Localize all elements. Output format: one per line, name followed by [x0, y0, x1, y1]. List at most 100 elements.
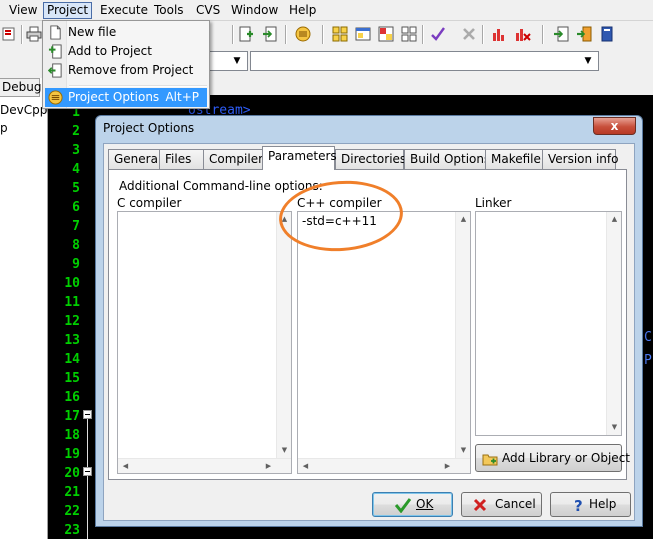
project-tree-item[interactable]: DevCpp	[0, 103, 47, 117]
fold-collapse-icon[interactable]	[83, 467, 92, 476]
dialog-close-button[interactable]: x	[593, 117, 636, 135]
toolbar-separator	[285, 25, 287, 44]
new-file-icon	[50, 25, 61, 40]
close-file-button[interactable]	[0, 24, 20, 44]
menu-project[interactable]: Project	[43, 2, 93, 19]
menu-item-label: Project Options	[68, 90, 160, 104]
toolbar-project-options-button[interactable]	[293, 24, 313, 44]
tiles-icon	[401, 26, 417, 42]
project-menu-dropdown: New file Add to Project Remove from Proj…	[42, 20, 210, 109]
window-icon	[355, 27, 371, 41]
line-number: 13	[64, 333, 80, 348]
line-number: 21	[64, 485, 80, 500]
menu-cvs[interactable]: CVS	[193, 2, 223, 19]
print-button[interactable]	[24, 24, 44, 44]
line-number: 2	[72, 124, 80, 139]
tab-general[interactable]: General	[108, 149, 161, 169]
c-compiler-textarea[interactable]: ▲ ▼ ◀ ▶	[117, 211, 292, 474]
line-number: 8	[72, 238, 80, 253]
line-number: 12	[64, 314, 80, 329]
tab-version-info[interactable]: Version info	[542, 149, 618, 169]
help-button[interactable]: ? Help	[550, 492, 631, 517]
toolbar-separator	[232, 25, 234, 44]
line-number: 7	[72, 219, 80, 234]
menu-item-new-file[interactable]: New file	[45, 23, 207, 42]
scroll-left-icon[interactable]: ◀	[298, 459, 313, 474]
menu-item-label: New file	[68, 25, 117, 39]
vertical-scrollbar[interactable]: ▲ ▼	[455, 212, 470, 458]
toolbar-book-button[interactable]	[597, 24, 617, 44]
toolbar-tiles-button[interactable]	[399, 24, 419, 44]
tab-debug[interactable]: Debug	[0, 78, 41, 97]
toolbar-separator	[482, 25, 484, 44]
menu-tools[interactable]: Tools	[151, 2, 187, 19]
printer-icon	[26, 26, 42, 42]
menu-item-add-to-project[interactable]: Add to Project	[45, 42, 207, 61]
close-icon: x	[610, 119, 619, 133]
line-number: 15	[64, 371, 80, 386]
tab-directories[interactable]: Directories	[335, 149, 406, 169]
menu-view[interactable]: View	[6, 2, 40, 19]
ok-button[interactable]: OK	[372, 492, 453, 517]
linker-textarea[interactable]: ▲ ▼	[475, 211, 622, 436]
scroll-down-icon[interactable]: ▼	[456, 443, 471, 458]
scroll-up-icon[interactable]: ▲	[456, 212, 471, 227]
add-unit-icon	[239, 26, 253, 42]
member-combo[interactable]: ▼	[250, 51, 599, 71]
toolbar-window-button[interactable]	[353, 24, 373, 44]
toolbar-delete-profile-button[interactable]	[513, 24, 533, 44]
vertical-scrollbar[interactable]: ▲ ▼	[606, 212, 621, 435]
horizontal-scrollbar[interactable]: ◀ ▶	[118, 458, 291, 473]
project-tree-item[interactable]: p	[0, 121, 8, 135]
ok-label: OK	[416, 497, 434, 511]
help-label: Help	[589, 497, 617, 511]
cancel-button[interactable]: Cancel	[461, 492, 542, 517]
fold-collapse-icon[interactable]	[83, 410, 92, 419]
tab-parameters[interactable]: Parameters	[262, 146, 337, 170]
toolbar-layout-button[interactable]	[376, 24, 396, 44]
add-library-button[interactable]: Add Library or Object	[475, 444, 630, 472]
book-icon	[601, 26, 613, 42]
scroll-down-icon[interactable]: ▼	[277, 443, 292, 458]
toolbar-run-button[interactable]	[574, 24, 594, 44]
line-number: 3	[72, 143, 80, 158]
folder-add-icon	[482, 454, 498, 466]
horizontal-scrollbar[interactable]: ◀ ▶	[298, 458, 470, 473]
line-number: 18	[64, 428, 80, 443]
tab-compiler[interactable]: Compiler	[203, 149, 265, 169]
scroll-left-icon[interactable]: ◀	[118, 459, 133, 474]
menu-item-project-options[interactable]: Project Options Alt+P	[45, 88, 207, 107]
bar-chart-delete-icon	[516, 29, 531, 41]
menu-window[interactable]: Window	[228, 2, 281, 19]
scroll-right-icon[interactable]: ▶	[440, 459, 455, 474]
menu-item-shortcut: Alt+P	[165, 90, 199, 104]
scroll-down-icon[interactable]: ▼	[607, 420, 622, 435]
toolbar-new-unit-button[interactable]	[236, 24, 256, 44]
menu-execute[interactable]: Execute	[97, 2, 151, 19]
tab-files[interactable]: Files	[159, 149, 204, 169]
scroll-up-icon[interactable]: ▲	[607, 212, 622, 227]
line-number: 5	[72, 181, 80, 196]
scroll-right-icon[interactable]: ▶	[261, 459, 276, 474]
fold-guide-line	[87, 415, 88, 539]
class-combo[interactable]: ▼	[205, 51, 248, 71]
cpp-compiler-textarea[interactable]: -std=c++11 ▲ ▼ ◀ ▶	[297, 211, 471, 474]
line-number: 10	[64, 276, 80, 291]
toolbar-delete-button[interactable]	[459, 24, 479, 44]
tab-makefile[interactable]: Makefile	[485, 149, 543, 169]
toolbar-profile-button[interactable]	[490, 24, 510, 44]
menu-item-remove-from-project[interactable]: Remove from Project	[45, 61, 207, 80]
vertical-scrollbar[interactable]: ▲ ▼	[276, 212, 291, 458]
line-number: 14	[64, 352, 80, 367]
toolbar-class-browser-button[interactable]	[330, 24, 350, 44]
menu-separator	[69, 85, 207, 87]
line-number: 19	[64, 447, 80, 462]
parameters-panel: Additional Command-line options: C compi…	[108, 169, 630, 480]
run-icon	[577, 26, 592, 42]
toolbar-remove-unit-button[interactable]	[260, 24, 280, 44]
toolbar-check-button[interactable]	[428, 24, 448, 44]
scroll-up-icon[interactable]: ▲	[277, 212, 292, 227]
menu-help[interactable]: Help	[286, 2, 319, 19]
tab-build-options[interactable]: Build Options	[404, 149, 490, 169]
toolbar-goto-button[interactable]	[551, 24, 571, 44]
